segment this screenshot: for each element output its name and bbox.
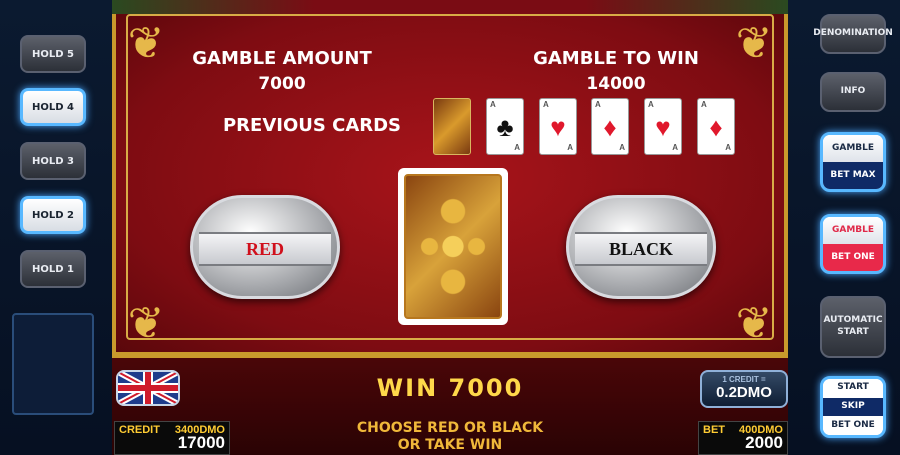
automatic-start-button[interactable]: AUTOMATIC START — [820, 296, 886, 358]
card-rank: A — [514, 143, 520, 152]
card-rank: A — [567, 143, 573, 152]
info-button[interactable]: INFO — [820, 72, 886, 112]
gamble-amount-label: GAMBLE AMOUNT — [192, 48, 372, 69]
previous-card: A ♥ A — [644, 98, 682, 155]
instruction-message: CHOOSE RED OR BLACK OR TAKE WIN — [300, 420, 600, 454]
bet-display: BET 400DMO 2000 — [698, 421, 788, 455]
bet-one-label: BET ONE — [831, 251, 875, 262]
denomination-label: DENOMINATION — [813, 28, 893, 39]
hold-5-button[interactable]: HOLD 5 — [20, 35, 86, 73]
hold-1-label: HOLD 1 — [32, 263, 74, 275]
hold-4-label: HOLD 4 — [32, 101, 74, 113]
diamond-icon: ♦ — [603, 111, 617, 142]
automatic-start-label: AUTOMATIC START — [823, 315, 883, 337]
ornament-icon: ❦ — [127, 19, 165, 68]
hold-4-button[interactable]: HOLD 4 — [20, 88, 86, 126]
bet-max-label: BET MAX — [830, 169, 876, 180]
bet-label: BET — [703, 424, 725, 436]
ornament-icon: ❦ — [735, 19, 773, 68]
hold-5-label: HOLD 5 — [32, 48, 74, 60]
black-button[interactable]: BLACK — [566, 195, 716, 299]
gamble-bet-one-button[interactable]: GAMBLE BET ONE — [820, 214, 886, 274]
credit-display: CREDIT 3400DMO 17000 — [114, 421, 230, 455]
card-rank: A — [543, 100, 549, 109]
previous-card: A ♥ A — [539, 98, 577, 155]
denomination-display[interactable]: 1 CREDIT = 0.2DMO — [700, 370, 788, 408]
instruction-line-2: OR TAKE WIN — [397, 437, 503, 453]
diamond-icon: ♦ — [709, 111, 723, 142]
gamble-card-back — [398, 168, 508, 325]
card-rank: A — [701, 100, 707, 109]
denom-label: 1 CREDIT = — [722, 375, 766, 384]
card-back-pattern — [404, 174, 502, 319]
gamble-label: GAMBLE — [831, 142, 875, 153]
gamble-to-win-label: GAMBLE TO WIN — [533, 48, 699, 69]
bet-one-label: BET ONE — [831, 419, 875, 430]
red-button[interactable]: RED — [190, 195, 340, 299]
red-label: RED — [199, 232, 331, 266]
ornament-icon: ❦ — [735, 299, 773, 348]
card-rank: A — [490, 100, 496, 109]
gamble-amount-value: 7000 — [258, 74, 306, 94]
info-label: INFO — [840, 86, 866, 97]
previous-cards-label: PREVIOUS CARDS — [222, 115, 402, 136]
hold-1-button[interactable]: HOLD 1 — [20, 250, 86, 288]
previous-card: A ♦ A — [697, 98, 735, 155]
top-decoration — [112, 0, 788, 14]
gamble-to-win-value: 14000 — [586, 74, 646, 94]
bet-value: 2000 — [745, 433, 783, 452]
hold-2-button[interactable]: HOLD 2 — [20, 196, 86, 234]
previous-card: A ♦ A — [591, 98, 629, 155]
hold-2-label: HOLD 2 — [32, 209, 74, 221]
gamble-label: GAMBLE — [831, 224, 875, 235]
denomination-button[interactable]: DENOMINATION — [813, 14, 893, 54]
previous-card: A ♣ A — [486, 98, 524, 155]
black-label: BLACK — [575, 232, 707, 266]
instruction-line-1: CHOOSE RED OR BLACK — [356, 420, 544, 436]
ornament-icon: ❦ — [127, 299, 165, 348]
denom-value: 0.2DMO — [716, 384, 772, 401]
previous-card-back — [433, 98, 471, 155]
skip-label: SKIP — [841, 401, 865, 412]
credit-label: CREDIT — [119, 424, 160, 436]
card-rank: A — [619, 143, 625, 152]
card-rank: A — [595, 100, 601, 109]
card-rank: A — [672, 143, 678, 152]
card-rank: A — [725, 143, 731, 152]
heart-icon: ♥ — [550, 111, 566, 142]
card-rank: A — [648, 100, 654, 109]
hold-3-label: HOLD 3 — [32, 155, 74, 167]
club-icon: ♣ — [496, 111, 514, 142]
credit-value: 17000 — [177, 433, 225, 452]
gamble-bet-max-button[interactable]: GAMBLE BET MAX — [820, 132, 886, 192]
hold-3-button[interactable]: HOLD 3 — [20, 142, 86, 180]
heart-icon: ♥ — [655, 111, 671, 142]
